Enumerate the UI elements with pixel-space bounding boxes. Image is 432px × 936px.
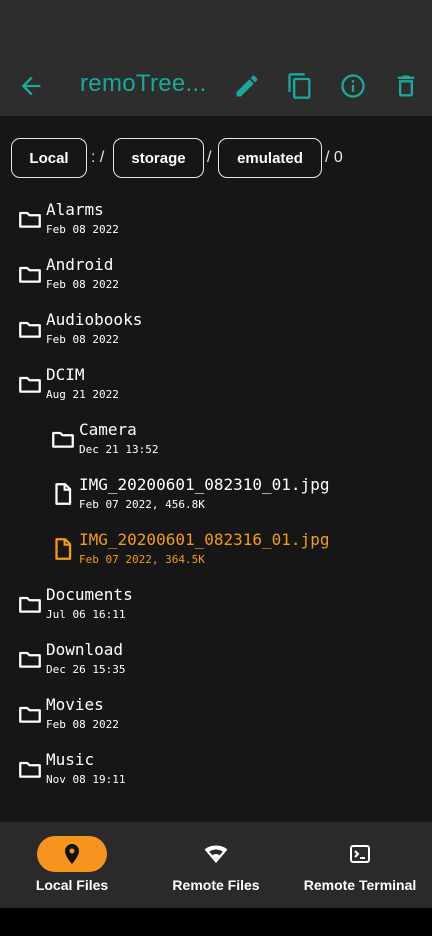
file-name: Download	[46, 640, 124, 659]
breadcrumb-local-chip[interactable]: Local	[11, 138, 87, 178]
file-date: Jul 06 16:11	[46, 608, 126, 621]
nav-remote-terminal[interactable]: Remote Terminal	[288, 822, 432, 908]
folder-icon	[19, 376, 41, 393]
file-name: DCIM	[46, 365, 85, 384]
breadcrumb-current-folder: / 0	[325, 149, 343, 166]
breadcrumb-storage-chip[interactable]: storage	[113, 138, 204, 178]
folder-icon	[19, 321, 41, 338]
wifi-icon	[204, 845, 228, 863]
app-title: remoTree...	[80, 70, 207, 97]
file-name: IMG_20200601_082316_01.jpg	[79, 530, 330, 549]
folder-icon	[19, 596, 41, 613]
file-date: Feb 08 2022	[46, 223, 119, 236]
file-name: Camera	[79, 420, 137, 439]
folder-icon	[19, 651, 41, 668]
file-date: Feb 08 2022	[46, 278, 119, 291]
location-pin-icon	[65, 844, 79, 864]
file-date: Feb 07 2022, 456.8K	[79, 498, 205, 511]
terminal-icon	[350, 845, 370, 863]
bottom-navigation: Local Files Remote Files Remote Terminal	[0, 822, 432, 908]
file-name: Music	[46, 750, 95, 769]
edit-pencil-icon[interactable]	[233, 72, 261, 100]
nav-label: Remote Files	[172, 877, 260, 893]
system-navigation-bar	[0, 908, 432, 936]
nav-label: Remote Terminal	[303, 877, 417, 893]
copy-icon[interactable]	[286, 72, 314, 100]
status-bar	[0, 0, 432, 56]
file-name: Documents	[46, 585, 133, 604]
file-name: Audiobooks	[46, 310, 143, 329]
folder-icon	[19, 706, 41, 723]
file-date: Feb 08 2022	[46, 333, 119, 346]
file-date: Aug 21 2022	[46, 388, 119, 401]
file-date: Nov 08 19:11	[46, 773, 126, 786]
file-date: Dec 26 15:35	[46, 663, 126, 676]
nav-local-files[interactable]: Local Files	[0, 822, 144, 908]
file-name: Alarms	[46, 200, 104, 219]
info-icon[interactable]	[339, 72, 367, 100]
folder-icon	[19, 761, 41, 778]
app-bar: remoTree...	[0, 56, 432, 116]
folder-icon	[19, 211, 41, 228]
breadcrumb-emulated-chip[interactable]: emulated	[218, 138, 322, 178]
folder-icon	[19, 266, 41, 283]
folder-icon	[52, 431, 74, 448]
file-date: Feb 08 2022	[46, 718, 119, 731]
nav-label: Local Files	[35, 877, 109, 893]
breadcrumb-separator: : /	[91, 149, 105, 166]
file-icon	[55, 483, 72, 505]
file-name: Movies	[46, 695, 104, 714]
breadcrumb: Local : / storage / emulated / 0	[0, 138, 432, 182]
delete-icon[interactable]	[392, 72, 420, 100]
back-arrow-icon[interactable]	[17, 72, 45, 100]
nav-remote-files[interactable]: Remote Files	[144, 822, 288, 908]
file-date: Feb 07 2022, 364.5K	[79, 553, 205, 566]
file-date: Dec 21 13:52	[79, 443, 159, 456]
file-name: IMG_20200601_082310_01.jpg	[79, 475, 330, 494]
breadcrumb-separator: /	[207, 149, 212, 166]
file-name: Android	[46, 255, 114, 274]
file-icon	[55, 538, 72, 560]
